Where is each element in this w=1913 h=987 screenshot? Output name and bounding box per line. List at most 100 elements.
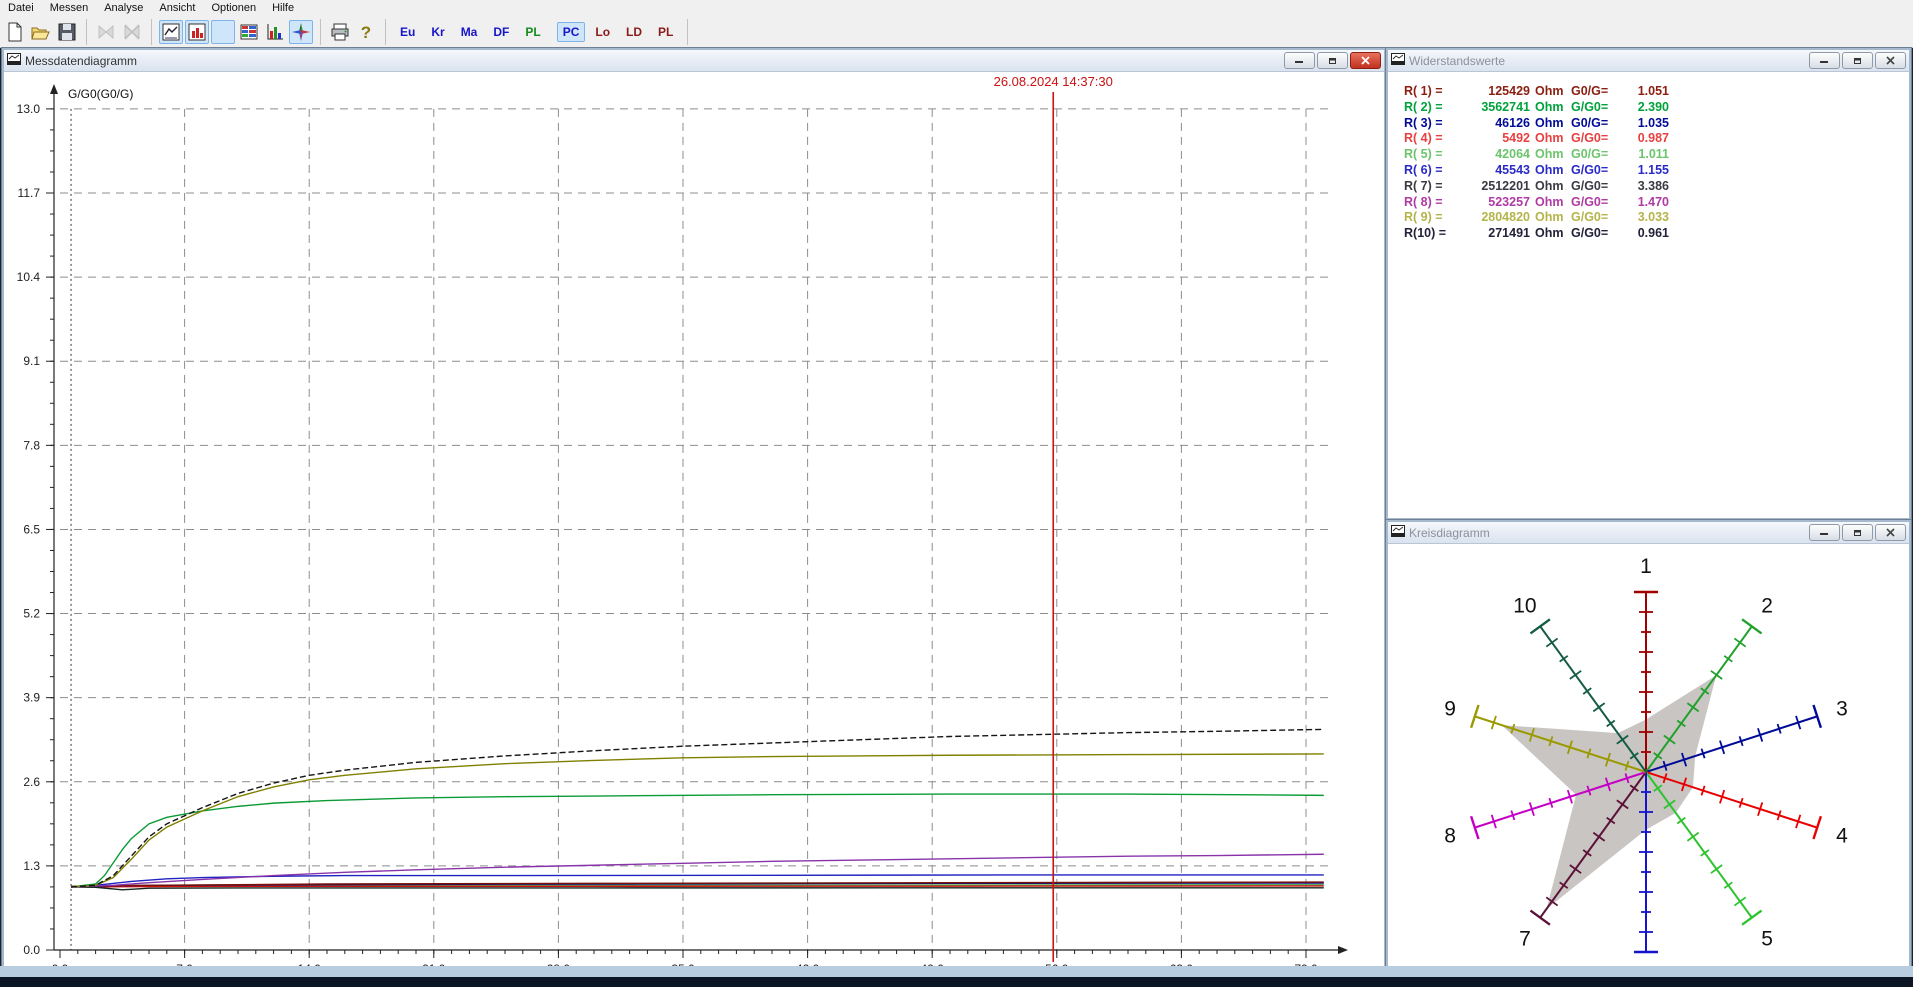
svg-text:5.2: 5.2 <box>23 607 40 621</box>
resistance-unit: Ohm <box>1530 195 1571 211</box>
ratio-value: 2.390 <box>1617 100 1669 116</box>
blank-view-icon[interactable] <box>211 20 235 44</box>
restore-button[interactable] <box>1842 524 1873 541</box>
window-icon <box>1391 524 1405 542</box>
resistance-label: R( 8) = <box>1404 195 1458 211</box>
ratio-value: 1.470 <box>1617 195 1669 211</box>
menu-item-optionen[interactable]: Optionen <box>203 1 264 15</box>
restore-button[interactable] <box>1317 52 1348 69</box>
restore-button[interactable] <box>1842 52 1873 69</box>
minimize-button[interactable] <box>1809 524 1840 541</box>
ratio-label: G/G0= <box>1571 226 1617 242</box>
data-table-view-icon[interactable] <box>237 20 261 44</box>
minimize-button[interactable] <box>1809 52 1840 69</box>
toolbar-separator <box>86 19 87 45</box>
svg-text:2.6: 2.6 <box>23 775 40 789</box>
svg-text:6.5: 6.5 <box>23 522 40 536</box>
resistance-value: 5492 <box>1458 131 1530 147</box>
merge-cancel-disabled-icon <box>120 20 144 44</box>
resistance-value-list: R( 1) =125429OhmG0/G=1.051R( 2) =3562741… <box>1388 72 1909 242</box>
toolbar-button-pc-5[interactable]: PC <box>557 22 586 42</box>
svg-text:?: ? <box>361 23 371 42</box>
merge-disabled-icon <box>94 20 118 44</box>
messdaten-chart-area: 0.07.014.021.028.035.042.049.056.063.070… <box>4 72 1384 971</box>
minimize-button[interactable] <box>1284 52 1315 69</box>
toolbar-separator <box>151 19 152 45</box>
toolbar-button-lo-6[interactable]: Lo <box>589 22 616 42</box>
print-icon[interactable] <box>328 20 352 44</box>
resistance-value: 2804820 <box>1458 210 1530 226</box>
resistance-unit: Ohm <box>1530 210 1571 226</box>
resistance-value: 3562741 <box>1458 100 1530 116</box>
bar-diagram-view-icon[interactable] <box>185 20 209 44</box>
toolbar-button-pl-8[interactable]: PL <box>652 22 679 42</box>
resistance-label: R( 7) = <box>1404 179 1458 195</box>
window-title: Messdatendiagramm <box>25 54 137 68</box>
radar-chart: 12345678910 <box>1388 544 1905 987</box>
ratio-label: G0/G= <box>1571 147 1617 163</box>
mdi-area: Messdatendiagramm 0.07.014.021.028.035.0… <box>0 48 1913 987</box>
line-diagram-view-icon[interactable] <box>159 20 183 44</box>
svg-text:3: 3 <box>1836 697 1848 720</box>
save-file-icon[interactable] <box>55 20 79 44</box>
widerstand-titlebar[interactable]: Widerstandswerte <box>1388 50 1909 72</box>
toolbar-button-df-3[interactable]: DF <box>487 22 515 42</box>
resistance-row: R( 2) =3562741OhmG/G0=2.390 <box>1404 100 1909 116</box>
resistance-label: R( 6) = <box>1404 163 1458 179</box>
resistance-row: R( 8) =523257OhmG/G0=1.470 <box>1404 195 1909 211</box>
svg-text:2: 2 <box>1761 594 1773 617</box>
resistance-row: R( 4) =5492OhmG/G0=0.987 <box>1404 131 1909 147</box>
resistance-value: 45543 <box>1458 163 1530 179</box>
ratio-value: 1.035 <box>1617 116 1669 132</box>
toolbar-separator <box>320 19 321 45</box>
menu-item-ansicht[interactable]: Ansicht <box>151 1 203 15</box>
toolbar-button-ld-7[interactable]: LD <box>620 22 648 42</box>
ratio-value: 0.961 <box>1617 226 1669 242</box>
toolbar-button-kr-1[interactable]: Kr <box>425 22 450 42</box>
resistance-label: R(10) = <box>1404 226 1458 242</box>
resistance-value: 46126 <box>1458 116 1530 132</box>
screen-bottom-edge <box>0 977 1913 987</box>
resistance-value: 42064 <box>1458 147 1530 163</box>
application-window: DateiMessenAnalyseAnsichtOptionenHilfe ?… <box>0 0 1913 987</box>
menu-item-messen[interactable]: Messen <box>42 1 97 15</box>
close-button[interactable] <box>1875 524 1906 541</box>
ratio-label: G0/G= <box>1571 116 1617 132</box>
resistance-label: R( 1) = <box>1404 84 1458 100</box>
ratio-value: 1.011 <box>1617 147 1669 163</box>
ratio-label: G/G0= <box>1571 210 1617 226</box>
svg-text:7.8: 7.8 <box>23 438 40 452</box>
resistance-unit: Ohm <box>1530 84 1571 100</box>
svg-text:9.1: 9.1 <box>23 354 40 368</box>
window-bottom-border <box>0 966 1913 977</box>
ratio-value: 1.051 <box>1617 84 1669 100</box>
bar-chart-icon[interactable] <box>263 20 287 44</box>
ratio-value: 3.386 <box>1617 179 1669 195</box>
help-icon[interactable]: ? <box>354 20 378 44</box>
ratio-value: 1.155 <box>1617 163 1669 179</box>
ratio-label: G/G0= <box>1571 100 1617 116</box>
menu-item-datei[interactable]: Datei <box>0 1 42 15</box>
svg-text:10: 10 <box>1513 594 1536 617</box>
compass-cross-icon[interactable] <box>289 20 313 44</box>
menu-item-analyse[interactable]: Analyse <box>96 1 151 15</box>
window-messdatendiagramm: Messdatendiagramm 0.07.014.021.028.035.0… <box>2 48 1386 973</box>
close-button[interactable] <box>1875 52 1906 69</box>
new-file-icon[interactable] <box>3 20 27 44</box>
resistance-unit: Ohm <box>1530 100 1571 116</box>
resistance-value: 271491 <box>1458 226 1530 242</box>
menu-item-hilfe[interactable]: Hilfe <box>264 1 302 15</box>
svg-text:G/G0(G0/G): G/G0(G0/G) <box>68 87 133 101</box>
messdaten-titlebar[interactable]: Messdatendiagramm <box>4 50 1384 72</box>
open-file-icon[interactable] <box>29 20 53 44</box>
ratio-value: 0.987 <box>1617 131 1669 147</box>
toolbar-button-ma-2[interactable]: Ma <box>455 22 484 42</box>
svg-text:7: 7 <box>1519 928 1531 951</box>
toolbar-separator <box>385 19 386 45</box>
toolbar-button-eu-0[interactable]: Eu <box>394 22 421 42</box>
kreis-titlebar[interactable]: Kreisdiagramm <box>1388 522 1909 544</box>
resistance-label: R( 3) = <box>1404 116 1458 132</box>
resistance-unit: Ohm <box>1530 226 1571 242</box>
toolbar-button-pl-4[interactable]: PL <box>519 22 546 42</box>
close-button[interactable] <box>1350 52 1381 69</box>
